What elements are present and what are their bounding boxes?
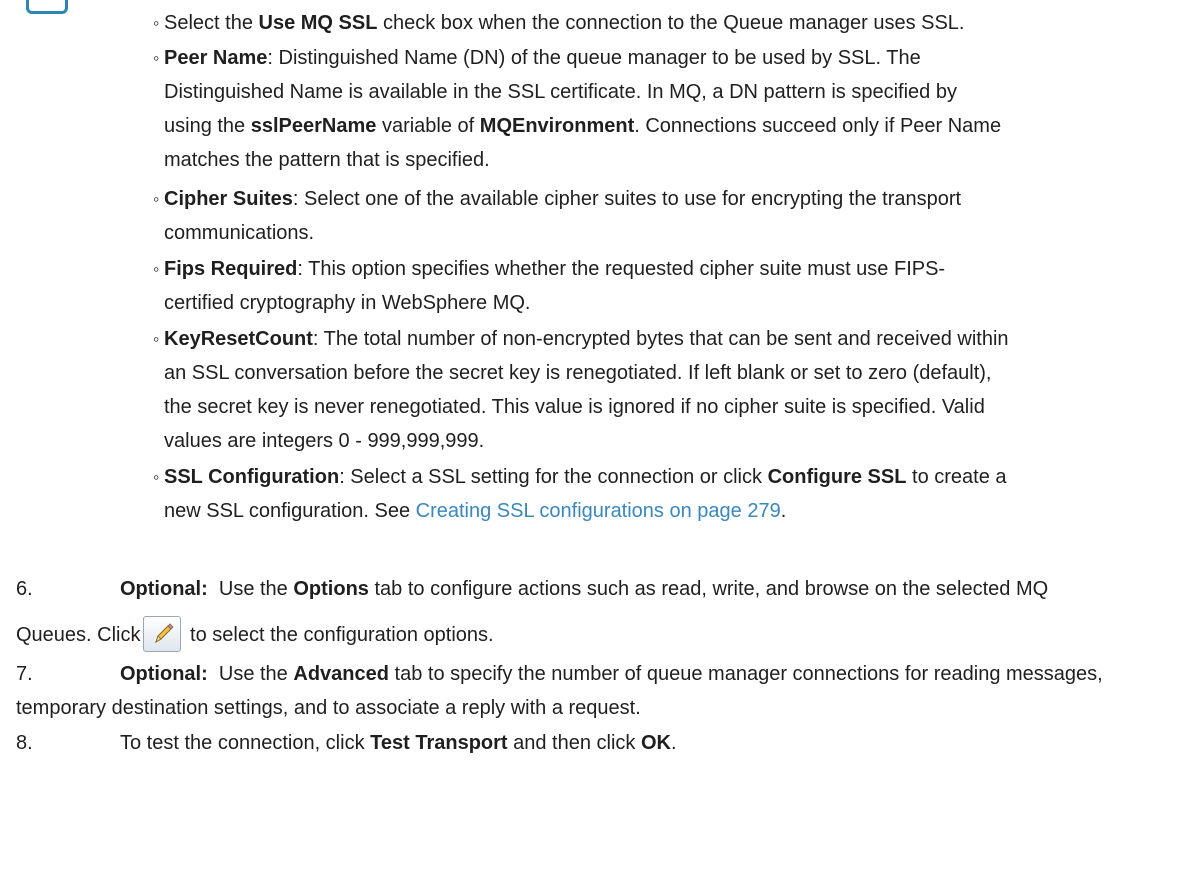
peer-name-line-1: Peer Name: Distinguished Name (DN) of th…: [164, 47, 921, 69]
cipher-suites-line-2: communications.: [164, 222, 315, 244]
step-number: 8.: [16, 732, 33, 754]
peer-name-item: Peer Name: Distinguished Name (DN) of th…: [153, 41, 1002, 177]
step-6-continuation: Queues. Click to select the configuratio…: [16, 616, 494, 652]
step-7-line-1: Optional: Use the Advanced tab to specif…: [120, 663, 1103, 685]
step-8: 8. To test the connection, click Test Tr…: [16, 726, 677, 760]
cipher-suites-item: Cipher Suites: Select one of the availab…: [153, 182, 962, 250]
fips-line-1: Fips Required: This option specifies whe…: [164, 258, 946, 280]
ssl-config-line-2: new SSL configuration. See Creating SSL …: [164, 500, 787, 522]
use-mq-ssl-item: Select the Use MQ SSL check box when the…: [153, 6, 964, 40]
peer-name-line-3: using the sslPeerName variable of MQEnvi…: [164, 115, 1002, 137]
step-7-continuation: temporary destination settings, and to a…: [16, 697, 641, 719]
edit-pencil-icon[interactable]: [142, 616, 181, 652]
step-8-line-1: To test the connection, click Test Trans…: [120, 732, 677, 754]
key-reset-line-4: values are integers 0 - 999,999,999.: [164, 430, 485, 452]
key-reset-line-1: KeyResetCount: The total number of non-e…: [164, 328, 1009, 350]
step-number: 7.: [16, 663, 33, 685]
fips-required-item: Fips Required: This option specifies whe…: [153, 252, 946, 320]
peer-name-line-4: matches the pattern that is specified.: [164, 149, 490, 171]
step-6-line-1: Optional: Use the Options tab to configu…: [120, 578, 1049, 600]
cipher-suites-line-1: Cipher Suites: Select one of the availab…: [164, 188, 962, 210]
creating-ssl-configurations-link[interactable]: Creating SSL configurations on page 279: [416, 500, 781, 522]
key-reset-line-2: an SSL conversation before the secret ke…: [164, 362, 992, 384]
step-number: 6.: [16, 578, 33, 600]
previous-step-icon-fragment: [26, 0, 68, 14]
key-reset-count-item: KeyResetCount: The total number of non-e…: [153, 322, 1009, 458]
ssl-configuration-item: SSL Configuration: Select a SSL setting …: [153, 460, 1007, 528]
key-reset-line-3: the secret key is never renegotiated. Th…: [164, 396, 985, 418]
fips-line-2: certified cryptography in WebSphere MQ.: [164, 292, 531, 314]
step-6: 6. Optional: Use the Options tab to conf…: [16, 572, 1049, 606]
peer-name-line-2: Distinguished Name is available in the S…: [164, 81, 957, 103]
step-7: 7. Optional: Use the Advanced tab to spe…: [16, 657, 1103, 691]
ssl-config-line-1: SSL Configuration: Select a SSL setting …: [164, 466, 1007, 488]
